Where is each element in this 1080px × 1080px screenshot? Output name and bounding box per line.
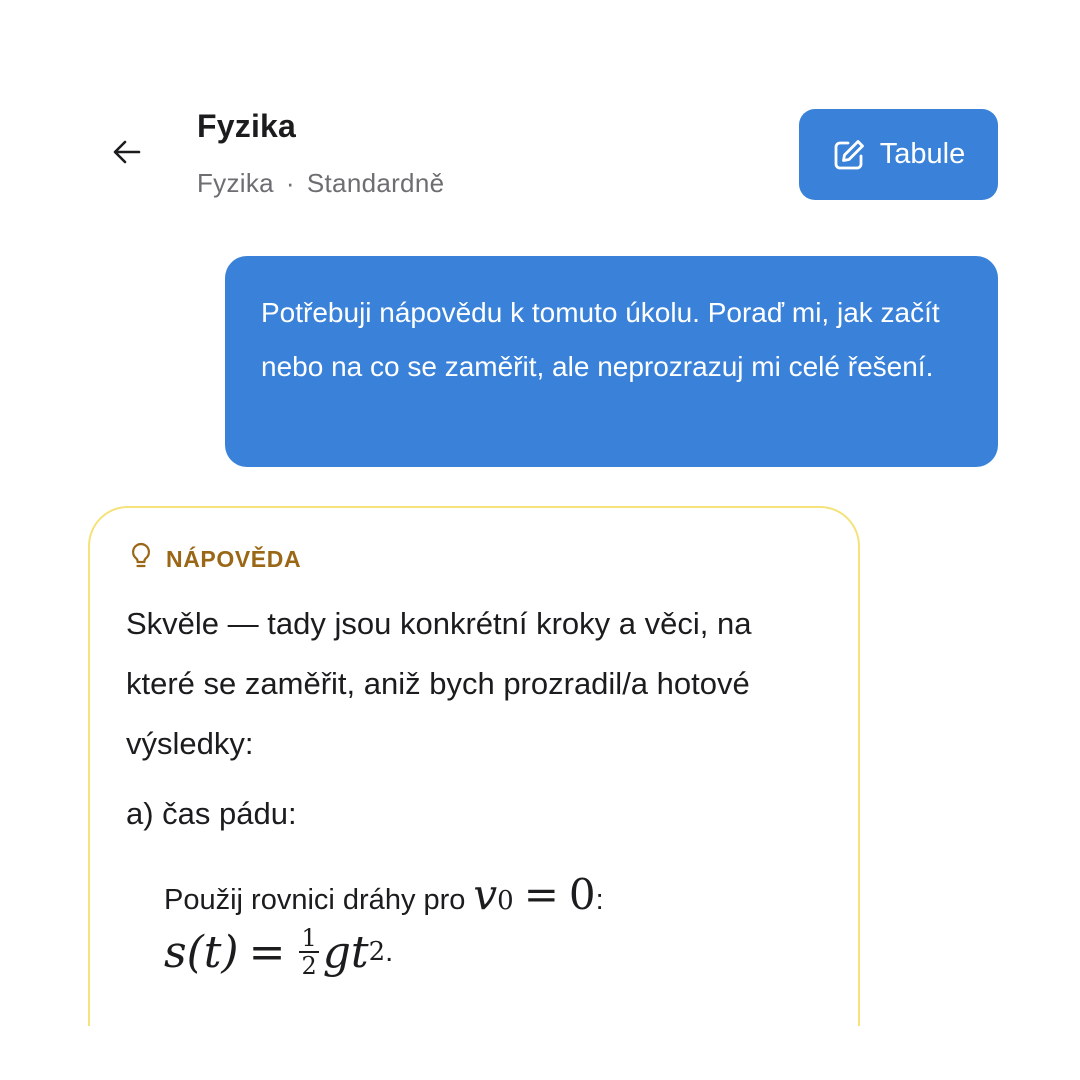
fraction-numerator: 1 [299,924,319,953]
math-subscript: 0 [497,886,514,916]
formula: s(t) = 1 2 gt 2. [164,925,804,979]
subject-label: Fyzika [197,168,274,198]
formula-equals: = [248,926,286,978]
fraction-denominator: 2 [301,952,317,980]
lightbulb-icon [130,542,152,576]
formula-lhs: s(t) [164,926,239,978]
page-subtitle: Fyzika · Standardně [197,168,444,199]
step-text: Použij rovnici dráhy pro [164,884,466,916]
arrow-left-icon [112,139,142,170]
hint-label: NÁPOVĚDA [166,545,302,572]
user-message-bubble: Potřebuji nápovědu k tomuto úkolu. Poraď… [225,256,998,467]
hint-header: NÁPOVĚDA [130,542,301,576]
hint-intro-text: Skvěle — tady jsou konkrétní kroky a věc… [126,606,752,761]
subtitle-separator: · [285,168,295,198]
whiteboard-button-label: Tabule [879,138,966,170]
math-value: 0 [568,870,596,919]
math-var: v [473,870,498,919]
whiteboard-button[interactable]: Tabule [799,109,998,200]
edit-square-icon [832,138,866,172]
back-button[interactable] [104,134,150,174]
formula-rhs: gt [322,926,369,978]
page-title: Fyzika [197,108,297,144]
step-body: Použij rovnici dráhy pro v0 = 0 : s(t) =… [164,870,804,979]
chat-header: Fyzika Fyzika · Standardně Tabule [0,0,1080,230]
hint-intro: Skvěle — tady jsou konkrétní kroky a věc… [126,594,806,774]
step-instruction: Použij rovnici dráhy pro v0 = 0 : [164,870,804,919]
formula-fraction: 1 2 [299,924,319,980]
formula-end: . [385,935,394,968]
user-message-text: Potřebuji nápovědu k tomuto úkolu. Poraď… [261,297,940,382]
mode-label: Standardně [306,168,445,198]
formula-exponent: 2 [368,937,386,967]
step-title: a) čas pádu: [126,796,297,831]
math-equals: = [523,870,559,919]
step-colon: : [595,884,604,916]
hint-card: NÁPOVĚDA Skvěle — tady jsou konkrétní kr… [88,506,860,1026]
